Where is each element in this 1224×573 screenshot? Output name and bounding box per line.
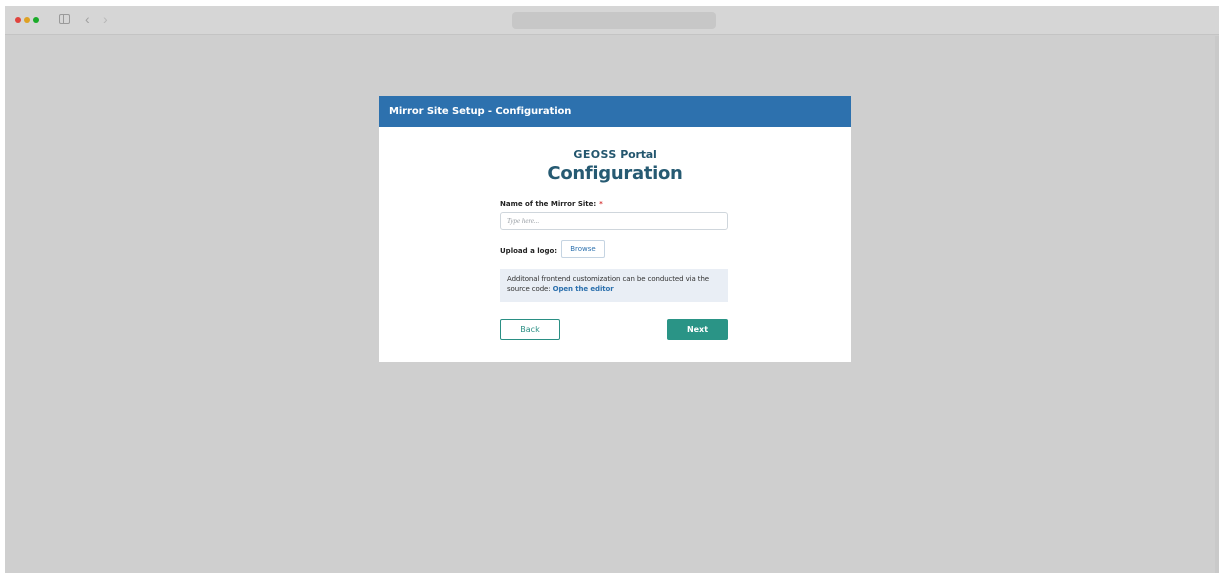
configuration-dialog: Mirror Site Setup - Configuration GEOSS … [379, 96, 851, 362]
geoss-portal-logo: GEOSS Portal [379, 148, 851, 161]
next-button[interactable]: Next [667, 319, 728, 340]
chevron-left-icon[interactable]: ‹ [85, 11, 90, 27]
logo-suffix: Portal [616, 148, 657, 161]
upload-logo-label: Upload a logo: [500, 247, 558, 255]
address-bar[interactable] [512, 12, 716, 29]
page-title: Configuration [547, 163, 683, 184]
back-button[interactable]: Back [500, 319, 560, 340]
mirror-name-label: Name of the Mirror Site: * [500, 200, 603, 208]
mirror-name-input[interactable] [500, 212, 728, 230]
sidebar-icon[interactable] [59, 14, 70, 24]
open-editor-link[interactable]: Open the editor [553, 285, 614, 293]
close-window-icon[interactable] [15, 17, 21, 23]
browser-window: ‹ › Mirror Site Setup - Configuration GE… [5, 6, 1219, 573]
logo-brand: GEOSS [573, 148, 617, 161]
minimize-window-icon[interactable] [24, 17, 30, 23]
chevron-right-icon[interactable]: › [103, 11, 108, 27]
zoom-window-icon[interactable] [33, 17, 39, 23]
browse-button[interactable]: Browse [561, 240, 605, 258]
mirror-name-label-text: Name of the Mirror Site: [500, 200, 597, 208]
required-marker: * [599, 200, 603, 208]
browser-titlebar: ‹ › [5, 6, 1219, 35]
dialog-title: Mirror Site Setup - Configuration [379, 96, 851, 127]
page-scrollbar[interactable] [1215, 36, 1219, 573]
info-notice: Additonal frontend customization can be … [500, 269, 728, 302]
